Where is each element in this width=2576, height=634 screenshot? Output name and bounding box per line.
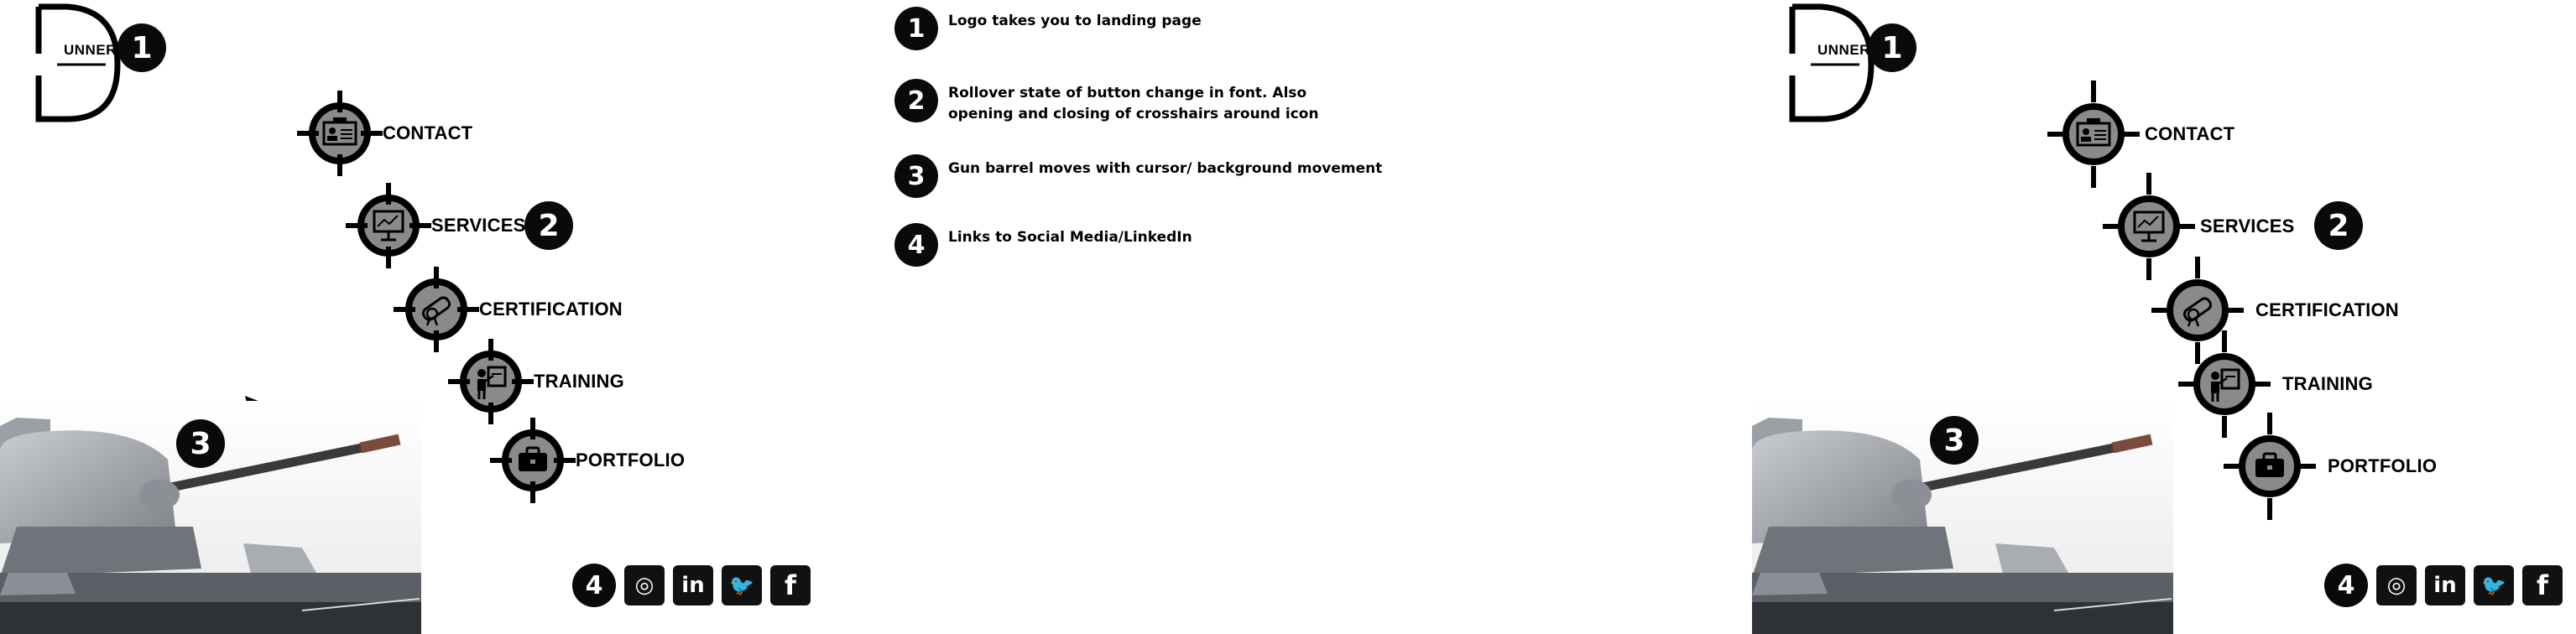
briefcase-icon: [519, 446, 547, 471]
menu-label-certification: CERTIFICATION: [2255, 299, 2399, 320]
crosshair: [342, 179, 435, 272]
badge-1: 1: [117, 23, 166, 72]
menu-label-training: TRAINING: [2282, 373, 2373, 394]
menu-label-portfolio: PORTFOLIO: [2328, 455, 2438, 476]
presentation-icon: [373, 210, 404, 242]
note-badge: 4: [894, 223, 938, 267]
logo[interactable]: UNNER: [1787, 2, 1880, 123]
note-text: Rollover state of button change in font.…: [948, 85, 1319, 122]
menu-contact[interactable]: CONTACT: [2047, 81, 2234, 188]
badge-4: 4: [572, 564, 616, 607]
note-text: Gun barrel moves with cursor/ background…: [948, 160, 1383, 177]
menu-portfolio[interactable]: PORTFOLIO: [2224, 413, 2437, 520]
id-card-icon: [322, 117, 357, 146]
note-badge: 2: [894, 79, 938, 122]
note-2: 2 Rollover state of button change in fon…: [894, 79, 1319, 125]
facebook-icon[interactable]: f: [770, 565, 811, 605]
menu-contact[interactable]: CONTACT: [294, 87, 472, 179]
facebook-icon[interactable]: f: [2522, 565, 2563, 605]
menu-label-certification: CERTIFICATION: [479, 299, 623, 320]
badge-3: 3: [176, 419, 225, 468]
crosshair: [487, 414, 579, 507]
linkedin-icon[interactable]: in: [673, 565, 713, 605]
crosshair-open: [2224, 413, 2316, 520]
note-3: 3 Gun barrel moves with cursor/ backgrou…: [894, 154, 1382, 198]
instagram-icon[interactable]: ◎: [624, 565, 665, 605]
menu-label-contact: CONTACT: [383, 122, 473, 143]
logo-text: UNNER: [64, 42, 117, 58]
menu-label-services: SERVICES: [2200, 216, 2295, 236]
note-badge: 3: [894, 154, 938, 198]
linkedin-icon[interactable]: in: [2425, 565, 2465, 605]
panel-left: UNNER 1 CONTACT SERVICES 2 CERTIFICATION…: [0, 0, 839, 634]
logo-text: UNNER: [1817, 42, 1870, 58]
social-links: 4 ◎ in 🐦 f: [2324, 564, 2563, 607]
twitter-icon[interactable]: 🐦: [2474, 565, 2514, 605]
menu-label-services: SERVICES: [431, 215, 526, 236]
panel-right: UNNER 1 CONTACT SERVICES 2 CERTIFICATION…: [1752, 0, 2576, 634]
menu-label-portfolio: PORTFOLIO: [576, 450, 686, 470]
crosshair-open: [2047, 81, 2140, 188]
note-1: 1 Logo takes you to landing page: [894, 7, 1202, 50]
badge-3: 3: [1930, 416, 1979, 465]
note-text: Links to Social Media/LinkedIn: [948, 229, 1192, 246]
badge-4: 4: [2324, 564, 2368, 607]
crosshair: [294, 87, 386, 179]
instagram-icon[interactable]: ◎: [2376, 565, 2417, 605]
note-text: Logo takes you to landing page: [948, 13, 1202, 29]
badge-2: 2: [2314, 201, 2363, 250]
twitter-icon[interactable]: 🐦: [722, 565, 762, 605]
badge-1: 1: [1868, 23, 1916, 72]
menu-services[interactable]: SERVICES: [342, 179, 525, 272]
note-badge: 1: [894, 7, 938, 50]
note-4: 4 Links to Social Media/LinkedIn: [894, 223, 1192, 267]
menu-label-training: TRAINING: [534, 371, 624, 392]
social-links: 4 ◎ in 🐦 f: [572, 564, 811, 607]
menu-label-contact: CONTACT: [2145, 123, 2235, 144]
badge-2: 2: [524, 201, 573, 250]
logo[interactable]: UNNER: [34, 2, 126, 123]
menu-portfolio[interactable]: PORTFOLIO: [487, 414, 685, 507]
